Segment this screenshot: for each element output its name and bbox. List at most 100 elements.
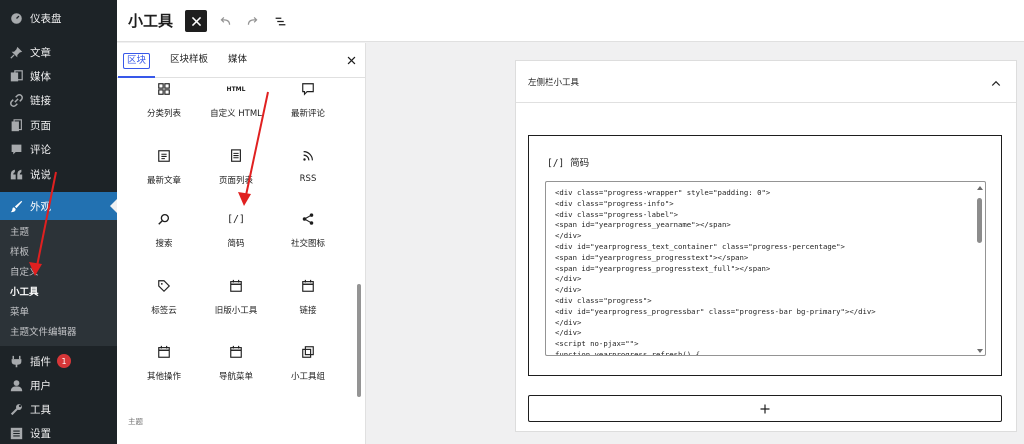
search-icon <box>156 211 172 227</box>
menu-users[interactable]: 用户 <box>0 373 117 397</box>
block-social-icons[interactable]: 社交图标 <box>272 211 344 269</box>
list-view-button[interactable] <box>269 10 291 32</box>
post-list-icon <box>156 148 172 164</box>
scroll-thumb[interactable] <box>977 198 982 243</box>
menu-pages[interactable]: 页面 <box>0 113 117 137</box>
block-latest-comments[interactable]: 最新评论 <box>272 81 344 139</box>
menu-settings[interactable]: 设置 <box>0 421 117 444</box>
redo-button[interactable] <box>241 10 263 32</box>
menu-pages-label: 页面 <box>30 119 51 132</box>
group-icon <box>300 344 316 360</box>
block-meta[interactable]: 其他操作 <box>128 344 200 402</box>
quote-icon <box>9 167 23 181</box>
menu-dashboard[interactable]: 仪表盘 <box>0 6 117 30</box>
tab-blocks[interactable]: 区块 <box>117 53 156 78</box>
tag-icon <box>156 278 172 294</box>
block-shortcode[interactable]: [/] 简码 <box>200 211 272 269</box>
block-links[interactable]: 链接 <box>272 278 344 336</box>
block-search[interactable]: 搜索 <box>128 211 200 269</box>
block-label: 搜索 <box>155 239 173 249</box>
grid-icon <box>156 81 172 97</box>
tab-media[interactable]: 媒体 <box>225 53 250 69</box>
widget-area-title: 左侧栏小工具 <box>528 78 580 88</box>
admin-sidebar: 仪表盘 文章 媒体 链接 页面 评论 说说 外观 主题 样板 自定义 小工具 菜… <box>0 0 117 444</box>
block-widget-group[interactable]: 小工具组 <box>272 344 344 402</box>
block-label: 其他操作 <box>146 372 181 382</box>
pages-icon <box>228 148 244 164</box>
menu-tools-label: 工具 <box>30 403 51 416</box>
chevron-up-icon[interactable] <box>990 75 1002 87</box>
dashboard-icon <box>9 11 23 25</box>
shortcode-block[interactable]: [/] 简码 <div class="progress-wrapper" styl… <box>528 135 1002 376</box>
inserter-scrollbar[interactable] <box>357 284 361 397</box>
menu-talk-label: 说说 <box>30 168 51 181</box>
menu-plugins[interactable]: 插件 1 <box>0 349 117 373</box>
block-latest-posts[interactable]: 最新文章 <box>128 148 200 206</box>
list-view-icon <box>275 17 285 25</box>
inserter-tabs: 区块 区块样板 媒体 <box>117 43 365 78</box>
block-rss[interactable]: RSS <box>272 148 344 206</box>
block-page-list[interactable]: 页面列表 <box>200 148 272 206</box>
comment-icon <box>300 81 316 97</box>
menu-links-label: 链接 <box>30 94 51 107</box>
menu-links[interactable]: 链接 <box>0 88 117 112</box>
pin-icon <box>9 45 23 59</box>
block-navigation-menu[interactable]: 导航菜单 <box>200 344 272 402</box>
scroll-up-icon[interactable] <box>977 186 983 190</box>
menu-comments[interactable]: 评论 <box>0 137 117 161</box>
menu-posts-label: 文章 <box>30 46 51 59</box>
block-label: 简码 <box>227 239 245 249</box>
scroll-down-icon[interactable] <box>977 349 983 353</box>
brush-icon <box>9 199 23 213</box>
close-icon <box>347 56 355 64</box>
calendar-icon <box>228 278 244 294</box>
settings-icon <box>9 426 23 440</box>
menu-tools[interactable]: 工具 <box>0 397 117 421</box>
undo-button[interactable] <box>214 10 236 32</box>
share-icon <box>300 211 316 227</box>
menu-media[interactable]: 媒体 <box>0 64 117 88</box>
submenu-customize[interactable]: 自定义 <box>10 264 39 282</box>
block-label: 导航菜单 <box>218 372 253 382</box>
block-label: RSS <box>299 174 317 184</box>
add-block-button[interactable] <box>528 395 1002 422</box>
shortcode-block-label: 简码 <box>570 158 590 169</box>
appearance-submenu: 主题 样板 自定义 小工具 菜单 主题文件编辑器 <box>0 220 117 346</box>
editor-header: 小工具 <box>117 0 1024 42</box>
page-icon <box>9 118 23 132</box>
menu-plugins-label: 插件 <box>30 355 51 368</box>
menu-users-label: 用户 <box>30 379 51 392</box>
redo-icon <box>247 16 257 25</box>
submenu-theme-file-editor[interactable]: 主题文件编辑器 <box>10 324 77 342</box>
submenu-themes[interactable]: 主题 <box>10 224 29 242</box>
block-label: 最新文章 <box>146 176 181 186</box>
block-label: 社交图标 <box>290 239 325 249</box>
close-inserter-button[interactable] <box>344 53 358 67</box>
block-label: 旧版小工具 <box>214 306 258 316</box>
undo-icon <box>220 16 230 25</box>
widget-area-header[interactable]: 左侧栏小工具 <box>516 61 1016 103</box>
block-custom-html[interactable]: HTML 自定义 HTML <box>200 81 272 139</box>
shortcode-textarea[interactable]: <div class="progress-wrapper" style="pad… <box>545 181 986 356</box>
block-categories[interactable]: 分类列表 <box>128 81 200 139</box>
menu-talk[interactable]: 说说 <box>0 162 117 186</box>
user-icon <box>9 378 23 392</box>
submenu-menus[interactable]: 菜单 <box>10 304 29 322</box>
block-label: 标签云 <box>151 306 177 316</box>
submenu-patterns[interactable]: 样板 <box>10 244 29 262</box>
block-legacy-widget[interactable]: 旧版小工具 <box>200 278 272 336</box>
menu-appearance[interactable]: 外观 <box>0 192 117 220</box>
toggle-inserter-button[interactable] <box>185 10 207 32</box>
tab-patterns[interactable]: 区块样板 <box>167 53 211 69</box>
block-tag-cloud[interactable]: 标签云 <box>128 278 200 336</box>
shortcode-icon: [/] <box>547 158 565 169</box>
block-inserter-panel: 区块 区块样板 媒体 分类列表 HTML 自定义 HTML 最新评论 最新文章 … <box>117 43 366 444</box>
menu-media-label: 媒体 <box>30 70 51 83</box>
comment-icon <box>9 142 23 156</box>
textarea-scrollbar[interactable] <box>976 184 984 354</box>
block-label: 链接 <box>299 306 317 316</box>
submenu-widgets[interactable]: 小工具 <box>10 284 39 302</box>
block-label: 页面列表 <box>218 176 253 186</box>
menu-posts[interactable]: 文章 <box>0 40 117 64</box>
menu-appearance-label: 外观 <box>30 200 51 213</box>
